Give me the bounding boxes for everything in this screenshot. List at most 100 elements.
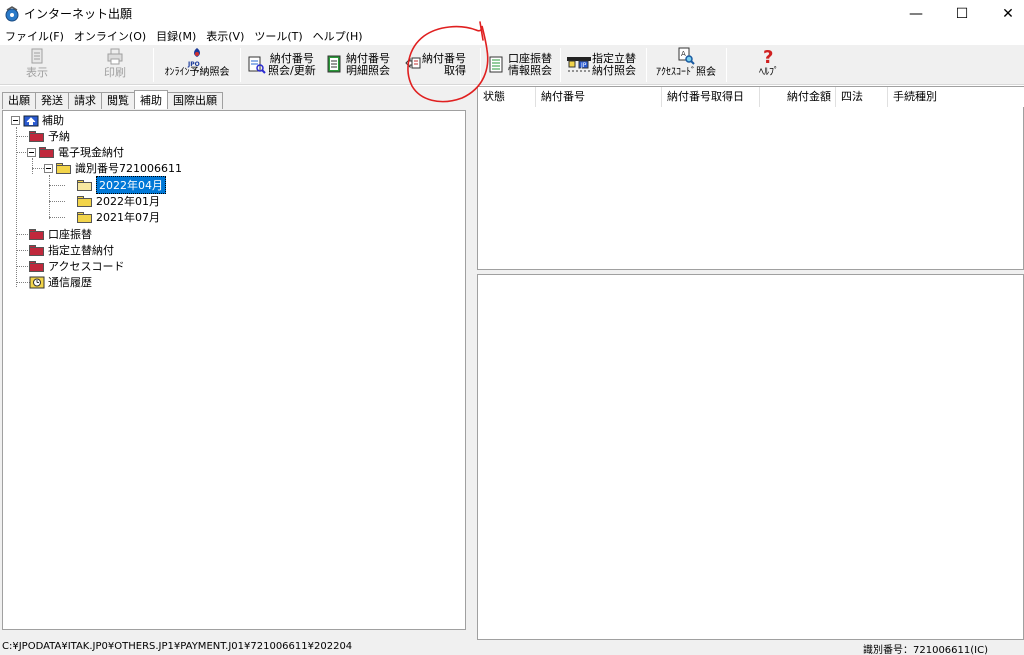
tab-application[interactable]: 出願 (2, 92, 36, 109)
tree-node-month-2022-01[interactable]: 2022年01月 (77, 193, 160, 209)
tab-browse[interactable]: 閲覧 (101, 92, 135, 109)
minimize-icon: — (909, 5, 923, 22)
account-transfer-info-button[interactable]: 口座振替 情報照会 (486, 47, 556, 83)
column-acquire-date[interactable]: 納付番号取得日 (662, 87, 760, 107)
column-payment-number[interactable]: 納付番号 (536, 87, 662, 107)
svg-text:JP: JP (580, 62, 587, 69)
designated-payment-label-2: 納付照会 (592, 64, 636, 77)
tab-strip: 出願 発送 請求 閲覧 補助 国際出願 (2, 90, 223, 110)
tree-connector (16, 127, 17, 287)
tree-label-access-code: アクセスコード (48, 260, 125, 273)
jpo-badge: JPO (188, 61, 200, 68)
collapse-icon[interactable] (27, 147, 36, 157)
menu-file[interactable]: ファイル(F) (0, 28, 69, 44)
payment-number-acquire-label-2: 取得 (444, 64, 466, 77)
detail-document-icon (324, 55, 346, 75)
payment-number-query-button[interactable]: 納付番号 照会/更新 (246, 47, 318, 83)
help-button[interactable]: ? ﾍﾙﾌﾟ (746, 47, 792, 83)
menu-help[interactable]: ヘルプ(H) (308, 28, 368, 44)
maximize-button[interactable]: ☐ (939, 0, 985, 27)
tree-label-reserve: 予納 (48, 130, 70, 143)
tree-node-access-code[interactable]: アクセスコード (29, 258, 124, 274)
window-title: インターネット出願 (24, 7, 133, 21)
toolbar-separator (646, 48, 647, 82)
collapse-icon[interactable] (44, 163, 53, 173)
toolbar-separator (560, 48, 561, 82)
tree-node-month-2022-04[interactable]: 2022年04月 (77, 176, 166, 194)
close-button[interactable]: ✕ (985, 0, 1024, 27)
tree-connector (32, 158, 33, 174)
display-button[interactable]: 表示 (14, 47, 60, 83)
payment-number-acquire-button[interactable]: 納付番号 取得 (404, 47, 472, 83)
detail-pane (477, 274, 1024, 640)
clock-icon (29, 276, 45, 289)
status-id-number: 識別番号：721006611(IC) (863, 645, 988, 655)
close-icon: ✕ (1002, 5, 1014, 22)
folder-icon (77, 211, 93, 223)
svg-text:A: A (681, 50, 686, 58)
menu-view[interactable]: 表示(V) (201, 28, 249, 44)
menu-tools[interactable]: ツール(T) (249, 28, 307, 44)
help-label: ﾍﾙﾌﾟ (759, 67, 779, 78)
tree-connector (49, 175, 50, 219)
tree-connector (32, 168, 44, 169)
payment-number-query-label-2: 照会/更新 (268, 64, 316, 77)
online-payment-query-label: ｵﾝﾗｲﾝ予納照会 (164, 67, 230, 78)
tree-node-root[interactable]: 補助 (11, 112, 64, 128)
folder-icon (29, 228, 45, 240)
status-bar: C:¥JPODATA¥ITAK.JP0¥OTHERS.JP1¥PAYMENT.J… (0, 640, 1024, 655)
access-code-query-label: ｱｸｾｽｺｰﾄﾞ照会 (656, 67, 716, 78)
collapse-icon[interactable] (11, 115, 20, 125)
tree-label-designated-payment: 指定立替納付 (48, 244, 114, 257)
column-status[interactable]: 状態 (478, 87, 536, 107)
designated-payment-icon: JP (566, 55, 592, 75)
menu-bar: ファイル(F) オンライン(O) 目録(M) 表示(V) ツール(T) ヘルプ(… (0, 27, 1024, 45)
tree-label-root: 補助 (42, 114, 64, 127)
tab-international[interactable]: 国際出願 (167, 92, 223, 109)
menu-catalog[interactable]: 目録(M) (151, 28, 201, 44)
tree-node-id-number[interactable]: 識別番号721006611 (44, 160, 182, 176)
tree-node-electronic-cash[interactable]: 電子現金納付 (27, 144, 124, 160)
tree-node-account-transfer[interactable]: 口座振替 (29, 226, 92, 242)
svg-text:?: ? (763, 47, 773, 67)
payment-number-detail-button[interactable]: 納付番号 明細照会 (324, 47, 392, 83)
folder-icon (29, 260, 45, 272)
toolbar-separator (480, 48, 481, 82)
toolbar: 表示 印刷 ｵﾝﾗｲﾝ予納照会 JPO 納付番号 照会/更新 納付番号 明細照会… (0, 45, 1024, 85)
print-label: 印刷 (104, 66, 126, 79)
folder-tree: 補助 予納 電子現金納付 識別番号721006611 2022年04月 2022… (2, 110, 466, 630)
column-four-laws[interactable]: 四法 (836, 87, 888, 107)
payment-number-detail-label-2: 明細照会 (346, 64, 390, 77)
folder-icon (77, 195, 93, 207)
document-search-icon (246, 55, 268, 75)
tree-node-designated-payment[interactable]: 指定立替納付 (29, 242, 114, 258)
tree-connector (49, 201, 65, 202)
tab-dispatch[interactable]: 発送 (35, 92, 69, 109)
tree-node-reserve[interactable]: 予納 (29, 128, 70, 144)
column-procedure-type[interactable]: 手続種別 (888, 87, 1018, 107)
toolbar-separator (726, 48, 727, 82)
folder-icon (39, 146, 55, 158)
designated-payment-button[interactable]: JP 指定立替 納付照会 (566, 47, 642, 83)
column-amount[interactable]: 納付金額 (760, 87, 836, 107)
tree-label-month-2022-01: 2022年01月 (96, 195, 160, 208)
print-button[interactable]: 印刷 (92, 47, 138, 83)
online-payment-query-button[interactable]: ｵﾝﾗｲﾝ予納照会 JPO (158, 47, 236, 83)
payment-list: 状態 納付番号 納付番号取得日 納付金額 四法 手続種別 (477, 86, 1024, 270)
tab-auxiliary[interactable]: 補助 (134, 90, 168, 109)
minimize-button[interactable]: — (893, 0, 939, 27)
tree-label-id-number: 識別番号721006611 (75, 162, 182, 175)
menu-online[interactable]: オンライン(O) (69, 28, 151, 44)
access-code-search-icon: A (675, 47, 697, 67)
tree-label-month-2021-07: 2021年07月 (96, 211, 160, 224)
tree-node-comm-history[interactable]: 通信履歴 (29, 274, 92, 290)
tree-connector (49, 185, 65, 186)
tree-node-month-2021-07[interactable]: 2021年07月 (77, 209, 160, 225)
title-bar: インターネット出願 — ☐ ✕ (0, 0, 1024, 27)
tree-label-month-2022-04: 2022年04月 (96, 176, 166, 194)
printer-icon (104, 47, 126, 67)
access-code-query-button[interactable]: A ｱｸｾｽｺｰﾄﾞ照会 (650, 47, 722, 83)
account-transfer-label-2: 情報照会 (508, 64, 552, 77)
toolbar-separator (240, 48, 241, 82)
tab-request[interactable]: 請求 (68, 92, 102, 109)
